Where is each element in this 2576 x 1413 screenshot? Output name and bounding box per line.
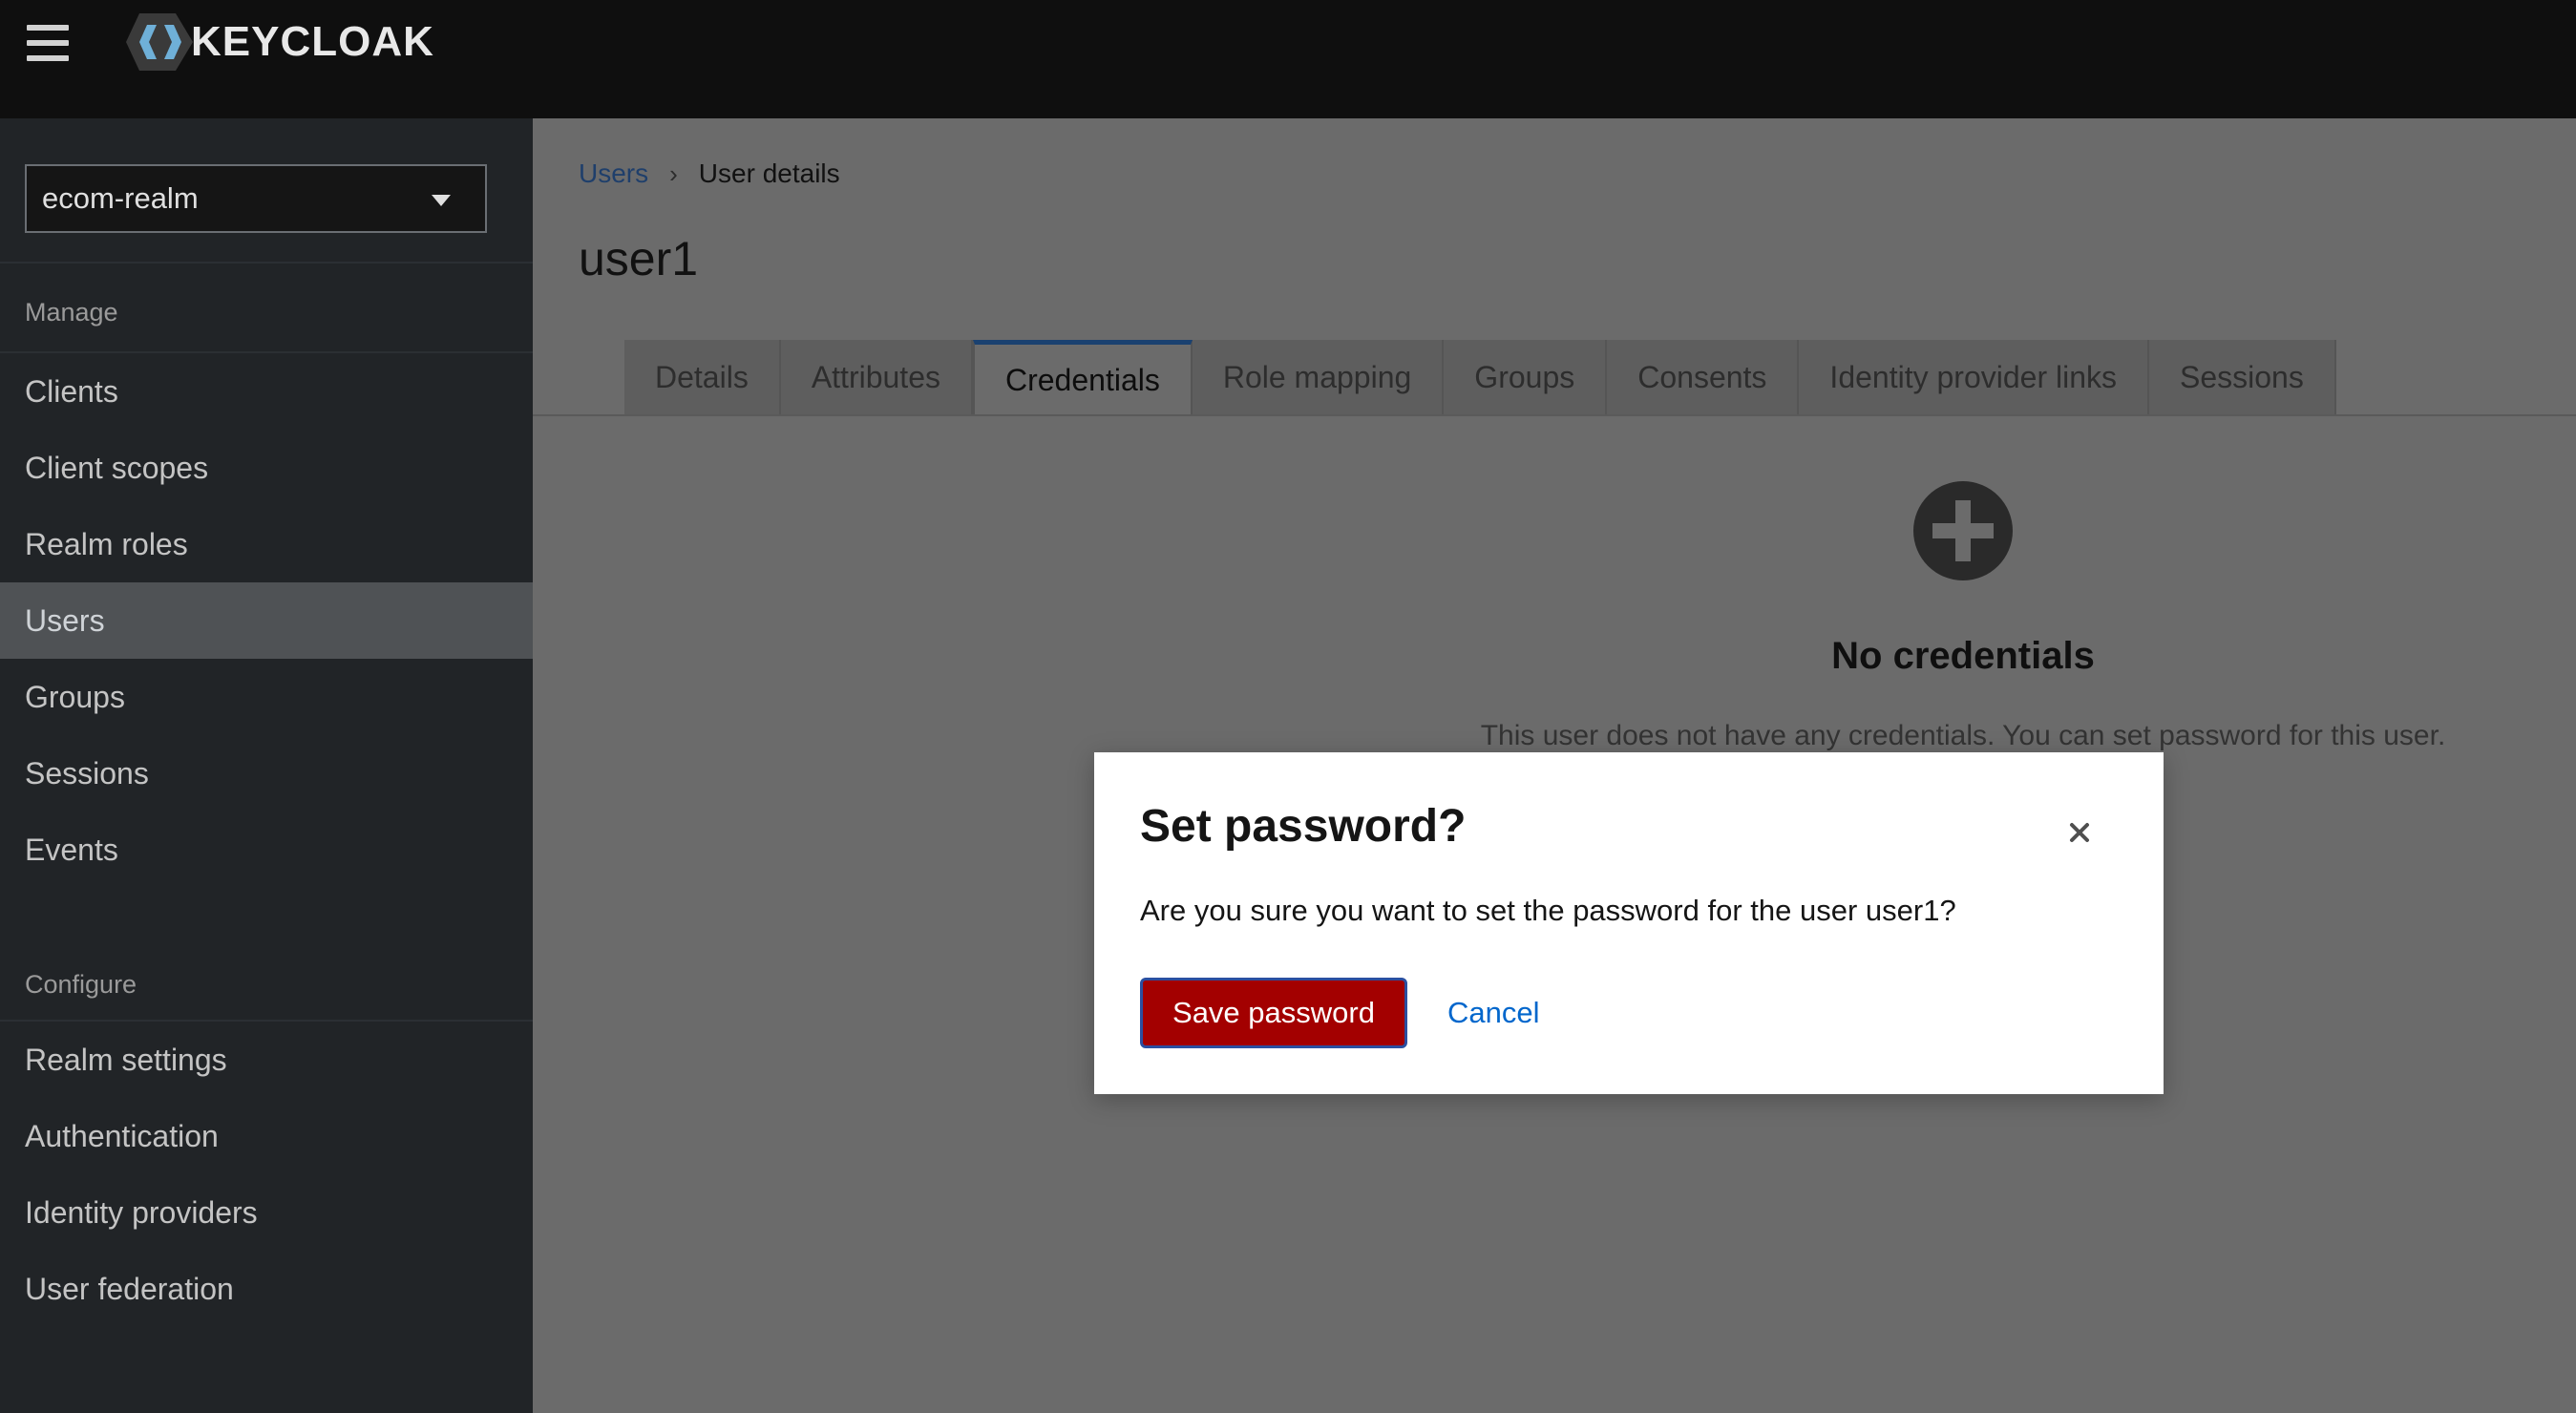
realm-selector[interactable]: ecom-realm	[25, 164, 487, 233]
tab-consents[interactable]: Consents	[1607, 340, 1800, 416]
empty-state-body: This user does not have any credentials.…	[1480, 720, 2446, 751]
masthead: KEYCLOAK	[0, 0, 2576, 118]
nav-section-manage: Manage	[25, 298, 118, 327]
modal-body-text: Are you sure you want to set the passwor…	[1140, 894, 1956, 927]
tab-credentials[interactable]: Credentials	[972, 340, 1193, 416]
empty-state-title: No credentials	[1831, 635, 2095, 677]
hamburger-menu-icon[interactable]	[27, 25, 69, 61]
breadcrumb-users-link[interactable]: Users	[579, 158, 648, 189]
tabs-divider	[533, 414, 2576, 416]
keycloak-logo-icon	[126, 13, 193, 71]
keycloak-logo[interactable]: KEYCLOAK	[124, 11, 434, 73]
chevron-right-icon: ›	[669, 158, 678, 188]
app-root: KEYCLOAK ecom-realm Manage Clients Clien…	[0, 0, 2576, 1413]
close-icon-glyph	[2070, 823, 2089, 842]
tab-details[interactable]: Details	[624, 340, 781, 416]
page-title: user1	[579, 232, 699, 285]
breadcrumb: Users › User details	[579, 158, 840, 189]
plus-circle-icon[interactable]	[1913, 481, 2013, 580]
caret-down-icon	[432, 195, 451, 206]
realm-selector-value: ecom-realm	[42, 181, 199, 215]
sidebar-item-authentication[interactable]: Authentication	[0, 1098, 533, 1174]
empty-state: No credentials This user does not have a…	[1400, 481, 2526, 752]
set-password-modal: Set password? Are you sure you want to s…	[1094, 752, 2164, 1094]
cancel-button[interactable]: Cancel	[1432, 978, 1555, 1048]
sidebar-item-clients[interactable]: Clients	[0, 353, 533, 430]
sidebar-item-events[interactable]: Events	[0, 812, 533, 888]
tab-attributes[interactable]: Attributes	[780, 340, 973, 416]
tab-sessions[interactable]: Sessions	[2149, 340, 2336, 416]
save-password-button[interactable]: Save password	[1140, 978, 1407, 1048]
close-icon[interactable]	[2059, 812, 2101, 854]
sidebar-item-identity-providers[interactable]: Identity providers	[0, 1174, 533, 1251]
sidebar-item-groups[interactable]: Groups	[0, 659, 533, 735]
user-tabs: Details Attributes Credentials Role mapp…	[624, 340, 2336, 416]
tab-groups[interactable]: Groups	[1444, 340, 1608, 416]
sidebar-item-realm-settings[interactable]: Realm settings	[0, 1022, 533, 1098]
nav-section-configure: Configure	[25, 970, 137, 999]
sidebar-item-users[interactable]: Users	[0, 582, 533, 659]
sidebar-item-client-scopes[interactable]: Client scopes	[0, 430, 533, 506]
brand-name: KEYCLOAK	[191, 18, 434, 65]
sidebar-item-sessions[interactable]: Sessions	[0, 735, 533, 812]
nav-divider	[0, 262, 533, 264]
breadcrumb-current: User details	[698, 158, 840, 188]
tab-identity-provider-links[interactable]: Identity provider links	[1799, 340, 2149, 416]
tab-role-mapping[interactable]: Role mapping	[1192, 340, 1445, 416]
sidebar-item-user-federation[interactable]: User federation	[0, 1251, 533, 1327]
modal-title: Set password?	[1140, 801, 1467, 852]
sidebar: ecom-realm Manage Clients Client scopes …	[0, 118, 533, 1413]
sidebar-item-realm-roles[interactable]: Realm roles	[0, 506, 533, 582]
